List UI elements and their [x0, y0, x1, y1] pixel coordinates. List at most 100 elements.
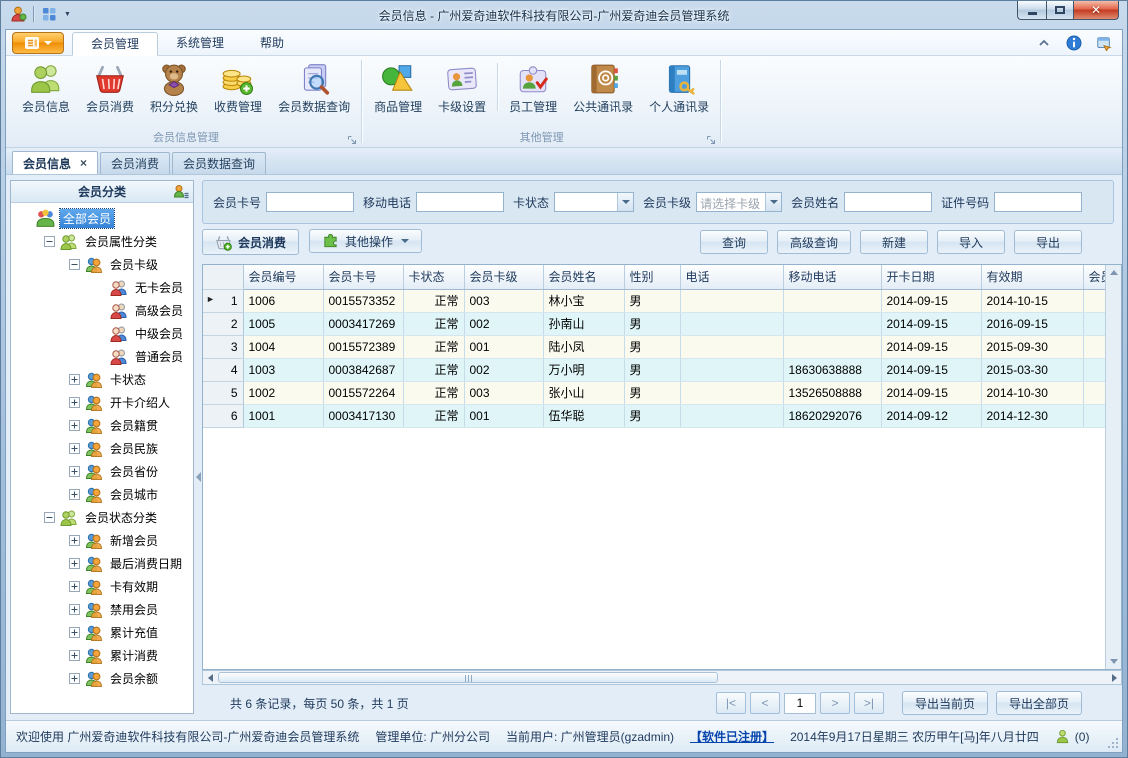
column-header[interactable]: 会员姓名: [543, 265, 625, 290]
advanced-query-button[interactable]: 高级查询: [776, 230, 851, 254]
dialog-launcher-icon[interactable]: [347, 134, 357, 144]
member-info-button[interactable]: 会员信息: [14, 59, 78, 129]
expand-icon[interactable]: [69, 374, 80, 385]
staff-management-button[interactable]: 员工管理: [501, 59, 565, 129]
maximize-button[interactable]: [1046, 1, 1073, 20]
ribbon-tab-system-management[interactable]: 系统管理: [158, 32, 242, 56]
tree-item[interactable]: 开卡介绍人: [11, 391, 193, 414]
expand-icon[interactable]: [69, 466, 80, 477]
column-header[interactable]: 会员: [1083, 265, 1105, 290]
tree-item[interactable]: 高级会员: [11, 299, 193, 322]
layout-grid-icon[interactable]: [40, 5, 58, 23]
column-header[interactable]: 移动电话: [783, 265, 882, 290]
column-header[interactable]: 开卡日期: [881, 265, 982, 290]
expand-icon[interactable]: [69, 420, 80, 431]
column-header[interactable]: 会员卡号: [323, 265, 404, 290]
info-icon[interactable]: [1066, 35, 1082, 51]
expand-icon[interactable]: [69, 489, 80, 500]
resize-grip[interactable]: [1107, 737, 1119, 749]
card-level-select[interactable]: 请选择卡级: [696, 192, 783, 212]
member-data-query-button[interactable]: 会员数据查询: [270, 59, 358, 129]
expand-icon[interactable]: [69, 397, 80, 408]
tree-item[interactable]: 新增会员: [11, 529, 193, 552]
tree-item[interactable]: 会员城市: [11, 483, 193, 506]
grid-horizontal-scrollbar[interactable]: [202, 670, 1122, 685]
expand-icon[interactable]: [69, 443, 80, 454]
tree-item[interactable]: 会员余额: [11, 667, 193, 690]
column-header[interactable]: 电话: [680, 265, 784, 290]
next-page-button[interactable]: >: [819, 692, 850, 714]
export-current-page-button[interactable]: 导出当前页: [901, 691, 988, 715]
member-consume-toolbar-button[interactable]: 会员消费: [202, 229, 300, 255]
new-button[interactable]: 新建: [860, 230, 928, 254]
scroll-up-icon[interactable]: [1106, 265, 1121, 280]
collapse-icon[interactable]: [44, 236, 55, 247]
tree-item[interactable]: 累计充值: [11, 621, 193, 644]
close-button[interactable]: ✕: [1073, 1, 1119, 20]
tree-item[interactable]: 卡状态: [11, 368, 193, 391]
column-header[interactable]: 会员编号: [243, 265, 324, 290]
personal-contacts-button[interactable]: 个人通讯录: [641, 59, 717, 129]
prev-page-button[interactable]: <: [749, 692, 780, 714]
table-row[interactable]: 3 1004 0015572389 正常 001 陆小凤男 2014-09-15 2015-0…: [203, 335, 1105, 359]
import-button[interactable]: 导入: [937, 230, 1005, 254]
tree-item[interactable]: 会员民族: [11, 437, 193, 460]
mobile-phone-input[interactable]: [416, 192, 505, 212]
id-number-input[interactable]: [994, 192, 1083, 212]
mail-window-icon[interactable]: [1096, 35, 1112, 53]
column-header[interactable]: 会员卡级: [464, 265, 544, 290]
query-button[interactable]: 查询: [699, 230, 768, 254]
first-page-button[interactable]: |<: [715, 692, 746, 714]
member-list-icon[interactable]: [173, 184, 189, 200]
member-name-input[interactable]: [844, 192, 933, 212]
card-level-settings-button[interactable]: 卡级设置: [430, 59, 494, 129]
table-row[interactable]: 5 1002 0015572264 正常 003 张小山男 13526508888 2014-…: [203, 381, 1105, 405]
table-row[interactable]: 4 1003 0003842687 正常 002 万小明男 18630638888 2014-…: [203, 358, 1105, 382]
member-consume-button[interactable]: 会员消费: [78, 59, 142, 129]
tab-member-consume[interactable]: 会员消费: [100, 152, 171, 174]
splitter-collapse-icon[interactable]: [196, 472, 201, 482]
expand-icon[interactable]: [69, 581, 80, 592]
hscroll-thumb[interactable]: [218, 672, 718, 683]
table-row[interactable]: ► 1 1006 0015573352 正常 003 林小宝男 2014-09-15 2014-…: [203, 289, 1105, 313]
app-logo-icon[interactable]: [9, 5, 27, 23]
expand-icon[interactable]: [69, 627, 80, 638]
public-contacts-button[interactable]: 公共通讯录: [565, 59, 641, 129]
qat-dropdown-icon[interactable]: ▼: [64, 11, 71, 18]
expand-icon[interactable]: [69, 535, 80, 546]
tree-item[interactable]: 卡有效期: [11, 575, 193, 598]
tree-item[interactable]: 会员属性分类: [11, 230, 193, 253]
tree-item[interactable]: 无卡会员: [11, 276, 193, 299]
tab-close-icon[interactable]: ×: [80, 156, 87, 170]
ribbon-tab-help[interactable]: 帮助: [242, 32, 302, 56]
page-input[interactable]: [783, 692, 816, 714]
tree-item[interactable]: 普通会员: [11, 345, 193, 368]
export-all-pages-button[interactable]: 导出全部页: [995, 691, 1082, 715]
tab-member-data-query[interactable]: 会员数据查询: [172, 152, 267, 174]
software-registered-link[interactable]: 【软件已注册】: [690, 728, 774, 745]
tree-item[interactable]: 禁用会员: [11, 598, 193, 621]
ribbon-tab-member-management[interactable]: 会员管理: [72, 32, 159, 56]
grid-vertical-scrollbar[interactable]: [1105, 265, 1121, 669]
chevron-up-icon[interactable]: [1036, 35, 1052, 51]
expand-icon[interactable]: [69, 673, 80, 684]
tree-item[interactable]: 会员省份: [11, 460, 193, 483]
scroll-right-icon[interactable]: [1107, 671, 1121, 684]
member-card-no-input[interactable]: [266, 192, 355, 212]
tree-item[interactable]: 会员籍贯: [11, 414, 193, 437]
points-exchange-button[interactable]: 积分兑换: [142, 59, 206, 129]
chevron-down-icon[interactable]: [765, 193, 782, 211]
tree-item[interactable]: 会员状态分类: [11, 506, 193, 529]
tree-item[interactable]: 最后消费日期: [11, 552, 193, 575]
table-row[interactable]: 6 1001 0003417130 正常 001 伍华聪男 18620292076 2014-…: [203, 404, 1105, 428]
column-header[interactable]: 有效期: [981, 265, 1084, 290]
export-button[interactable]: 导出: [1014, 230, 1082, 254]
minimize-button[interactable]: [1017, 1, 1046, 20]
tree-item[interactable]: 中级会员: [11, 322, 193, 345]
fee-management-button[interactable]: 收费管理: [206, 59, 270, 129]
dialog-launcher-icon[interactable]: [706, 134, 716, 144]
collapse-icon[interactable]: [69, 259, 80, 270]
column-header[interactable]: 性别: [624, 265, 681, 290]
scroll-left-icon[interactable]: [203, 671, 217, 684]
table-row[interactable]: 2 1005 0003417269 正常 002 孙南山男 2014-09-15 2016-0…: [203, 312, 1105, 336]
